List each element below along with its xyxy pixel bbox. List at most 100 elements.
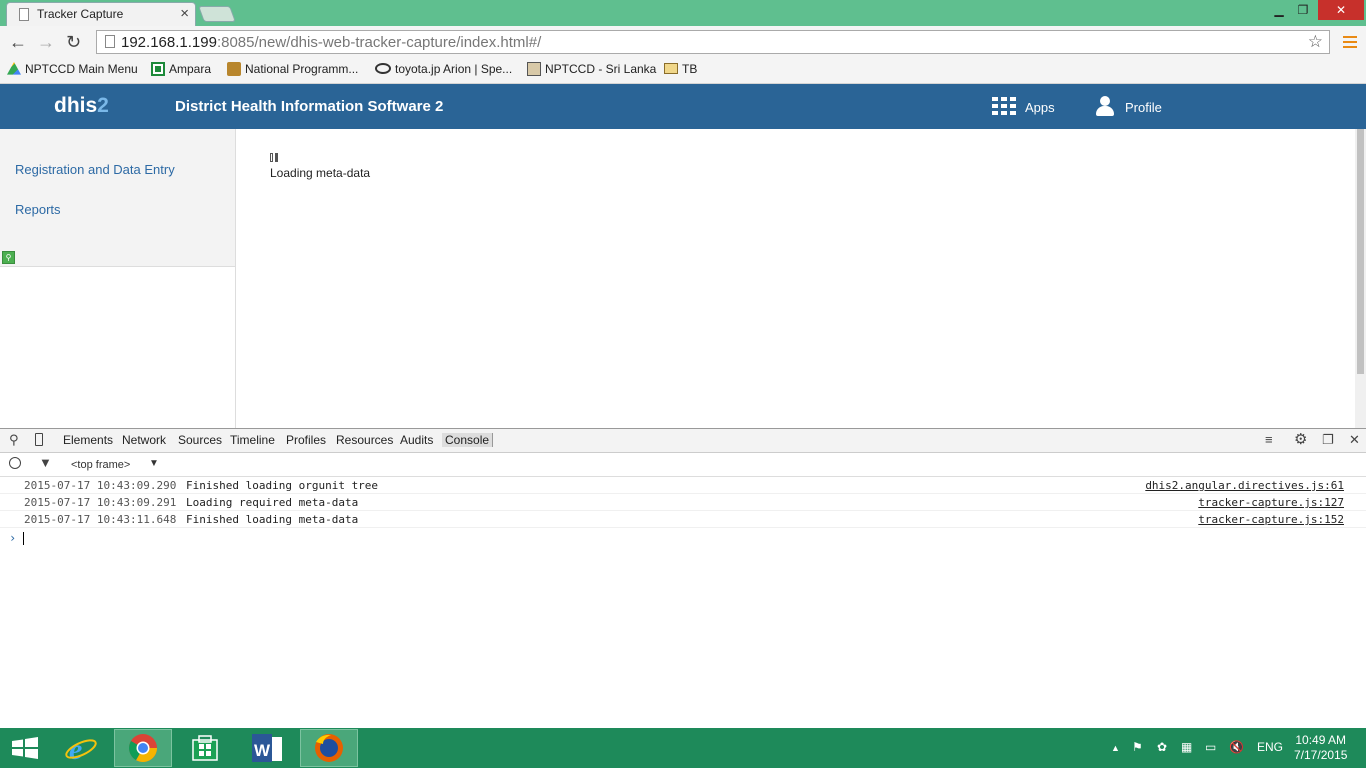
forward-button[interactable]: → [37,32,55,52]
window-close-button[interactable]: ✕ [1318,0,1364,20]
filter-icon[interactable]: ▼ [39,455,52,470]
bookmarks-bar: NPTCCD Main Menu Ampara National Program… [0,58,1366,84]
tab-timeline[interactable]: Timeline [230,433,275,447]
scrollbar-thumb[interactable] [1357,129,1364,374]
address-bar[interactable]: 192.168.1.199:8085/new/dhis-web-tracker-… [96,30,1330,54]
console-toolbar: ▼ <top frame> ▼ [0,453,1366,477]
bookmark-nptccd-sri-lanka[interactable]: NPTCCD - Sri Lanka [527,62,656,76]
bookmark-label: NPTCCD Main Menu [25,62,138,76]
console-input[interactable]: › [0,530,1366,548]
gear-icon[interactable]: ⚙ [1294,430,1307,448]
tab-close-icon[interactable]: × [180,5,189,22]
clear-console-icon[interactable] [9,457,21,469]
url-text: 192.168.1.199:8085/new/dhis-web-tracker-… [121,34,541,51]
taskbar-firefox[interactable] [300,729,358,767]
tab-console[interactable]: Console [442,433,494,447]
action-center-flag-icon[interactable]: ⚑ [1132,740,1143,754]
clock-date: 7/17/2015 [1294,748,1348,762]
bookmark-folder-tb[interactable]: TB [664,62,697,76]
network-icon[interactable]: ✿ [1157,740,1167,754]
tab-elements[interactable]: Elements [63,433,113,447]
chevron-down-icon[interactable]: ▼ [149,458,159,469]
reload-button[interactable]: ↻ [66,32,81,52]
console-message: 2015-07-17 10:43:09.291 Loading required… [0,494,1366,511]
language-indicator[interactable]: ENG [1257,740,1283,754]
taskbar-chrome[interactable] [114,729,172,767]
log-source-link[interactable]: dhis2.angular.directives.js:61 [1145,479,1344,492]
tab-network[interactable]: Network [122,433,166,447]
sidebar-item-registration[interactable]: Registration and Data Entry [15,162,175,177]
log-message: Loading required meta-data [186,496,359,509]
windows-taskbar: e W ▲ ⚑ ✿ ▦ ▭ 🔇 ENG 10:49 AM 7/17/2015 [0,728,1366,768]
logo-accent: 2 [97,94,109,117]
log-message: Finished loading meta-data [186,513,359,526]
bookmark-label: TB [682,62,698,76]
taskbar-store[interactable] [176,729,234,767]
console-message: 2015-07-17 10:43:11.648 Finished loading… [0,511,1366,528]
page-scrollbar[interactable] [1355,129,1366,428]
tab-audits[interactable]: Audits [400,433,433,447]
dock-icon[interactable]: ❐ [1322,432,1334,448]
chrome-menu-icon[interactable] [1343,36,1357,51]
store-icon [192,735,218,761]
taskbar-word[interactable]: W [238,729,296,767]
log-timestamp: 2015-07-17 10:43:09.291 [24,496,177,509]
windows-tray-icon[interactable]: ▦ [1181,740,1192,754]
bookmark-label: NPTCCD - Sri Lanka [545,62,657,76]
show-hidden-icons[interactable]: ▲ [1111,743,1120,753]
devtools-panel: ⚲ Elements Network Sources Timeline Prof… [0,428,1366,728]
device-mode-icon[interactable] [35,433,43,446]
tab-profiles[interactable]: Profiles [286,433,326,447]
page-icon [105,35,115,48]
bookmark-star-icon[interactable]: ☆ [1308,32,1323,52]
dhis2-header: dhis2 District Health Information Softwa… [0,84,1366,129]
taskbar-internet-explorer[interactable]: e [52,729,110,767]
svg-text:W: W [254,741,271,760]
image-icon [527,62,541,76]
start-button[interactable] [0,729,58,767]
tab-title: Tracker Capture [37,7,124,21]
apps-label: Apps [1025,100,1055,115]
devtools-tabbar: ⚲ Elements Network Sources Timeline Prof… [0,429,1366,453]
log-timestamp: 2015-07-17 10:43:11.648 [24,513,177,526]
app-title: District Health Information Software 2 [175,98,444,115]
bookmark-nptccd-main-menu[interactable]: NPTCCD Main Menu [7,62,138,76]
browser-tab[interactable]: Tracker Capture × [6,2,196,26]
sheet-icon [151,62,165,76]
main-content: Loading meta-data [237,129,1355,428]
bookmark-label: National Programm... [245,62,359,76]
close-icon[interactable]: ✕ [1349,432,1360,448]
sidebar-item-reports[interactable]: Reports [15,202,61,217]
frame-select[interactable]: <top frame> [71,459,130,471]
maximize-button[interactable]: ❐ [1292,0,1314,20]
bookmark-label: toyota.jp Arion | Spe... [395,62,513,76]
console-message: 2015-07-17 10:43:09.290 Finished loading… [0,477,1366,494]
clock-time: 10:49 AM [1295,733,1347,747]
display-icon[interactable]: ▭ [1205,740,1216,754]
chrome-icon [129,734,157,762]
loading-spinner-icon [270,153,280,162]
log-timestamp: 2015-07-17 10:43:09.290 [24,479,177,492]
emblem-icon [227,62,241,76]
tab-sources[interactable]: Sources [178,433,222,447]
log-source-link[interactable]: tracker-capture.js:152 [1198,513,1344,526]
back-button[interactable]: ← [9,32,27,52]
url-path: :8085/new/dhis-web-tracker-capture/index… [216,34,542,51]
volume-muted-icon[interactable]: 🔇 [1229,740,1244,754]
bookmark-toyota[interactable]: toyota.jp Arion | Spe... [375,62,512,76]
svg-text:e: e [69,733,82,766]
system-clock[interactable]: 10:49 AM 7/17/2015 [1294,733,1347,763]
bookmark-ampara[interactable]: Ampara [151,62,211,76]
browser-titlebar: Tracker Capture × ▁ ❐ ✕ [0,0,1366,26]
minimize-button[interactable]: ▁ [1268,0,1290,20]
left-sidebar: Registration and Data Entry Reports ⚲ [0,129,236,428]
log-source-link[interactable]: tracker-capture.js:127 [1198,496,1344,509]
drawer-toggle-icon[interactable]: ≡ [1265,432,1273,447]
new-tab-button[interactable] [198,6,236,22]
search-icon[interactable]: ⚲ [2,251,15,264]
tab-resources[interactable]: Resources [336,433,393,447]
sidebar-menu: Registration and Data Entry Reports ⚲ [0,129,235,267]
bookmark-national-programme[interactable]: National Programm... [227,62,358,76]
inspect-search-icon[interactable]: ⚲ [9,432,19,448]
dhis2-logo[interactable]: dhis2 [54,94,109,118]
